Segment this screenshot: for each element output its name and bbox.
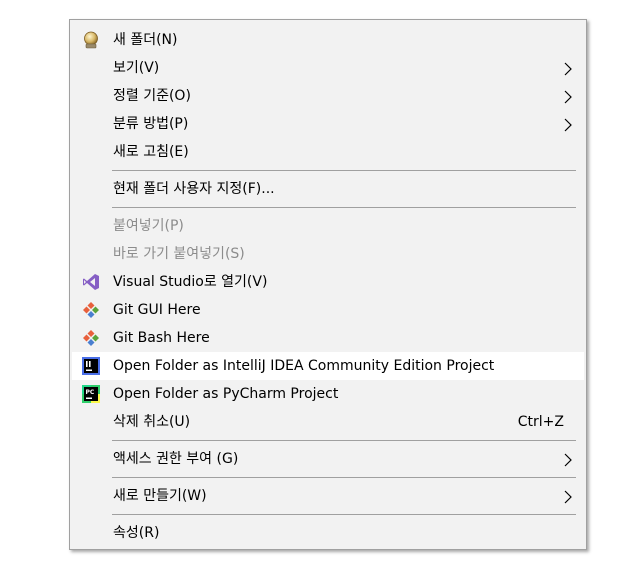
menu-item-label: 새 폴더(N) [113, 32, 178, 48]
git-icon [82, 301, 100, 319]
menu-item-git-gui[interactable]: Git GUI Here [72, 296, 584, 324]
menu-separator [112, 440, 576, 441]
chevron-right-icon [562, 61, 574, 76]
intellij-idea-icon [82, 357, 100, 375]
menu-item-label: 액세스 권한 부여 (G) [113, 451, 239, 467]
pycharm-icon: PC [82, 385, 100, 403]
menu-item-undo-delete[interactable]: 삭제 취소(U) Ctrl+Z [72, 408, 584, 436]
menu-item-label: Open Folder as PyCharm Project [113, 386, 339, 402]
menu-item-label: 분류 방법(P) [113, 116, 189, 132]
menu-item-refresh[interactable]: 새로 고침(E) [72, 138, 584, 166]
menu-item-label: 속성(R) [113, 525, 160, 541]
menu-separator [112, 170, 576, 171]
menu-item-group-by[interactable]: 분류 방법(P) [72, 110, 584, 138]
menu-item-new-folder[interactable]: 새 폴더(N) [72, 26, 584, 54]
menu-item-label: Visual Studio로 열기(V) [113, 274, 268, 290]
menu-item-view[interactable]: 보기(V) [72, 54, 584, 82]
menu-item-label: 새로 만들기(W) [113, 488, 207, 504]
menu-item-new[interactable]: 새로 만들기(W) [72, 482, 584, 510]
svg-text:PC: PC [86, 389, 95, 396]
git-icon [82, 329, 100, 347]
menu-item-customize-folder[interactable]: 현재 폴더 사용자 지정(F)... [72, 175, 584, 203]
menu-item-label: 현재 폴더 사용자 지정(F)... [113, 181, 275, 197]
menu-item-label: 새로 고침(E) [113, 144, 189, 160]
menu-item-label: 정렬 기준(O) [113, 88, 191, 104]
menu-item-label: 붙여넣기(P) [113, 218, 184, 234]
shortcut-label: Ctrl+Z [517, 414, 564, 430]
menu-item-label: 바로 가기 붙여넣기(S) [113, 246, 245, 262]
menu-item-paste: 붙여넣기(P) [72, 212, 584, 240]
menu-item-paste-shortcut: 바로 가기 붙여넣기(S) [72, 240, 584, 268]
menu-item-label: Open Folder as IntelliJ IDEA Community E… [113, 358, 495, 374]
menu-separator [112, 207, 576, 208]
menu-item-open-visual-studio[interactable]: Visual Studio로 열기(V) [72, 268, 584, 296]
menu-item-label: Git Bash Here [113, 330, 210, 346]
chevron-right-icon [562, 89, 574, 104]
visual-studio-icon [82, 273, 100, 291]
menu-separator [112, 514, 576, 515]
menu-item-label: Git GUI Here [113, 302, 201, 318]
menu-separator [112, 477, 576, 478]
menu-item-give-access[interactable]: 액세스 권한 부여 (G) [72, 445, 584, 473]
menu-item-label: 삭제 취소(U) [113, 414, 191, 430]
menu-item-properties[interactable]: 속성(R) [72, 519, 584, 547]
chevron-right-icon [562, 489, 574, 504]
menu-item-git-bash[interactable]: Git Bash Here [72, 324, 584, 352]
menu-item-label: 보기(V) [113, 60, 160, 76]
menu-item-open-intellij[interactable]: Open Folder as IntelliJ IDEA Community E… [72, 352, 584, 380]
menu-item-sort-by[interactable]: 정렬 기준(O) [72, 82, 584, 110]
chevron-right-icon [562, 452, 574, 467]
context-menu: 새 폴더(N) 보기(V) 정렬 기준(O) 분류 방법(P) 새로 고침(E)… [69, 19, 587, 550]
new-folder-icon [82, 31, 100, 49]
chevron-right-icon [562, 117, 574, 132]
menu-item-open-pycharm[interactable]: PC Open Folder as PyCharm Project [72, 380, 584, 408]
